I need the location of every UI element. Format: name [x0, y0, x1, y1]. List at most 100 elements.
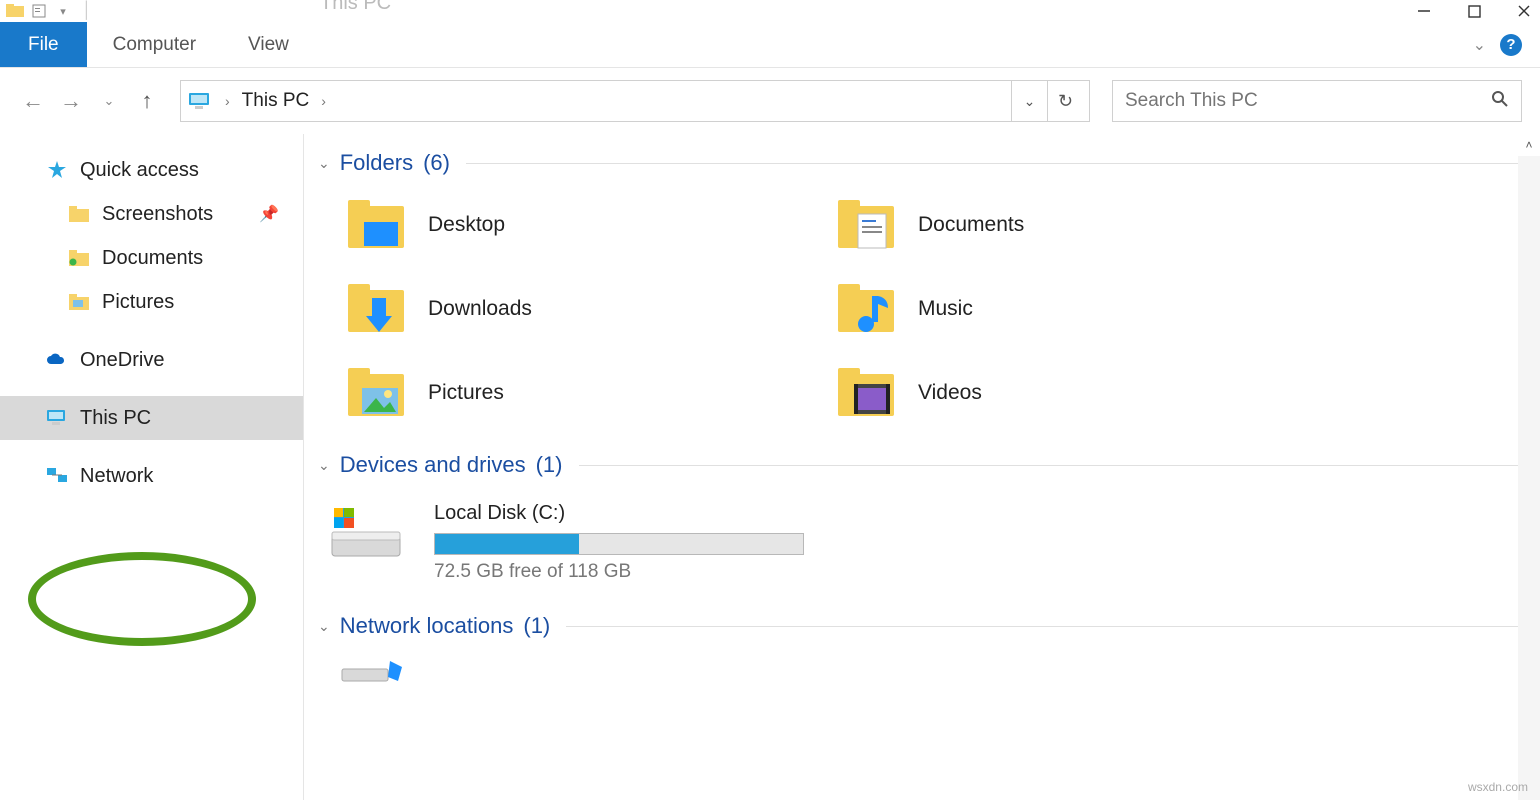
- section-folders-header[interactable]: ⌄ Folders (6): [318, 144, 1520, 186]
- folder-icon: [346, 196, 410, 254]
- forward-button[interactable]: →: [56, 86, 86, 116]
- section-rule: [566, 626, 1520, 627]
- close-button[interactable]: [1514, 1, 1534, 21]
- cloud-icon: [46, 349, 68, 371]
- folder-label: Desktop: [428, 213, 505, 237]
- sidebar: Quick access Screenshots 📌 Documents Pic…: [0, 134, 304, 800]
- sidebar-item-label: Screenshots: [102, 203, 213, 226]
- folder-icon: [836, 280, 900, 338]
- folder-desktop[interactable]: Desktop: [346, 196, 836, 254]
- folder-icon: [68, 203, 90, 225]
- help-icon[interactable]: ?: [1500, 34, 1522, 56]
- quick-access-toolbar: ▾ │: [6, 2, 96, 20]
- folder-videos[interactable]: Videos: [836, 364, 1326, 422]
- sidebar-item-label: Quick access: [80, 159, 199, 182]
- properties-icon[interactable]: [30, 2, 48, 20]
- sidebar-item-label: Network: [80, 465, 153, 488]
- scroll-up-icon[interactable]: ˄: [1518, 134, 1540, 156]
- window-buttons: [1414, 1, 1534, 21]
- breadcrumb-location[interactable]: This PC: [242, 90, 310, 112]
- chevron-down-icon[interactable]: ⌄: [318, 618, 330, 635]
- titlebar: ▾ │ This PC: [0, 0, 1540, 22]
- chevron-down-icon[interactable]: ⌄: [318, 457, 330, 474]
- qat-separator: │: [78, 2, 96, 20]
- folder-downloads[interactable]: Downloads: [346, 280, 836, 338]
- search-box[interactable]: [1112, 80, 1522, 122]
- address-history-dropdown[interactable]: ⌄: [1011, 81, 1047, 121]
- folder-documents[interactable]: Documents: [836, 196, 1326, 254]
- section-count: (1): [523, 613, 550, 639]
- breadcrumb-sep-end[interactable]: ›: [319, 93, 328, 109]
- drive-usage-bar: [434, 533, 804, 555]
- sidebar-this-pc[interactable]: This PC: [0, 396, 303, 440]
- breadcrumb-sep[interactable]: ›: [223, 93, 232, 109]
- folder-label: Pictures: [428, 381, 504, 405]
- this-pc-icon: [187, 91, 213, 111]
- pin-icon: 📌: [259, 204, 279, 224]
- section-title: Devices and drives: [340, 452, 526, 478]
- folder-label: Downloads: [428, 297, 532, 321]
- sidebar-item-label: OneDrive: [80, 349, 164, 372]
- netloc-item-partial[interactable]: [318, 649, 1520, 690]
- sidebar-onedrive[interactable]: OneDrive: [0, 338, 303, 382]
- chevron-down-icon[interactable]: ▾: [54, 2, 72, 20]
- tab-computer[interactable]: Computer: [87, 22, 222, 67]
- recent-dropdown[interactable]: ⌄: [94, 86, 124, 116]
- ribbon-expand-icon[interactable]: ⌄: [1473, 35, 1486, 55]
- file-tab[interactable]: File: [0, 22, 87, 67]
- content-pane: ˄ ⌄ Folders (6) Desktop Documents Downlo…: [304, 134, 1540, 800]
- folder-icon: [836, 364, 900, 422]
- window-title: This PC: [320, 0, 391, 15]
- drive-info: Local Disk (C:) 72.5 GB free of 118 GB: [434, 502, 804, 583]
- refresh-button[interactable]: ↻: [1047, 81, 1083, 121]
- folder-icon: [836, 196, 900, 254]
- sidebar-item-screenshots[interactable]: Screenshots 📌: [0, 192, 303, 236]
- search-input[interactable]: [1125, 90, 1491, 112]
- address-bar[interactable]: › This PC › ⌄ ↻: [180, 80, 1090, 122]
- section-rule: [579, 465, 1521, 466]
- chevron-down-icon[interactable]: ⌄: [318, 155, 330, 172]
- folder-icon: [346, 280, 410, 338]
- section-title: Network locations: [340, 613, 514, 639]
- drive-free-text: 72.5 GB free of 118 GB: [434, 561, 804, 583]
- folder-label: Videos: [918, 381, 982, 405]
- folder-label: Documents: [918, 213, 1024, 237]
- folder-icon: [346, 364, 410, 422]
- watermark: wsxdn.com: [1468, 780, 1528, 794]
- sidebar-item-pictures[interactable]: Pictures: [0, 280, 303, 324]
- folder-pictures[interactable]: Pictures: [346, 364, 836, 422]
- drive-usage-fill: [435, 534, 579, 554]
- network-icon: [46, 465, 68, 487]
- annotation-highlight-ring: [28, 552, 256, 646]
- folder-icon: [68, 291, 90, 313]
- sidebar-item-documents[interactable]: Documents: [0, 236, 303, 280]
- sidebar-item-label: This PC: [80, 407, 151, 430]
- section-title: Folders: [340, 150, 413, 176]
- tab-view[interactable]: View: [222, 22, 315, 67]
- folder-label: Music: [918, 297, 973, 321]
- sidebar-item-label: Pictures: [102, 291, 174, 314]
- nav-row: ← → ⌄ ↑ › This PC › ⌄ ↻: [0, 68, 1540, 134]
- section-count: (6): [423, 150, 450, 176]
- network-drive-icon: [338, 655, 408, 685]
- sidebar-item-label: Documents: [102, 247, 203, 270]
- star-icon: [46, 159, 68, 181]
- maximize-button[interactable]: [1464, 1, 1484, 21]
- folder-music[interactable]: Music: [836, 280, 1326, 338]
- folder-icon: [68, 247, 90, 269]
- section-count: (1): [536, 452, 563, 478]
- search-icon[interactable]: [1491, 90, 1509, 113]
- up-button[interactable]: ↑: [132, 86, 162, 116]
- minimize-button[interactable]: [1414, 1, 1434, 21]
- sidebar-quick-access[interactable]: Quick access: [0, 148, 303, 192]
- back-button[interactable]: ←: [18, 86, 48, 116]
- explorer-icon: [6, 2, 24, 20]
- scrollbar[interactable]: ˄: [1518, 134, 1540, 800]
- sidebar-network[interactable]: Network: [0, 454, 303, 498]
- this-pc-icon: [46, 407, 68, 429]
- section-drives-header[interactable]: ⌄ Devices and drives (1): [318, 446, 1520, 488]
- section-netloc-header[interactable]: ⌄ Network locations (1): [318, 607, 1520, 649]
- drive-local-c[interactable]: Local Disk (C:) 72.5 GB free of 118 GB: [318, 488, 1520, 607]
- section-rule: [466, 163, 1520, 164]
- ribbon: File Computer View ⌄ ?: [0, 22, 1540, 68]
